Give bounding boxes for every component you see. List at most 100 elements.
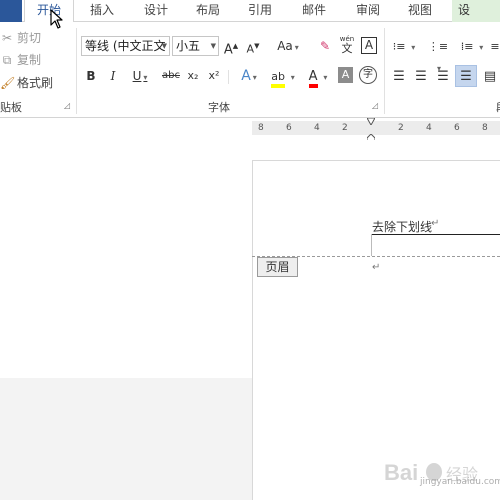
font-name-value: 等线 (中文正文: [85, 39, 166, 53]
tab-review[interactable]: 审阅: [346, 0, 390, 22]
subscript-button[interactable]: x₂: [185, 66, 201, 86]
copy-label: 复制: [17, 53, 42, 67]
text-effects-button[interactable]: A: [236, 66, 262, 86]
tab-mailings[interactable]: 邮件: [292, 0, 336, 22]
clear-formatting-button[interactable]: ✎: [316, 36, 334, 56]
tab-home[interactable]: 开始: [24, 0, 74, 23]
char-shading-button[interactable]: A: [338, 67, 353, 83]
chevron-down-icon: ▼: [210, 42, 216, 50]
highlight-button[interactable]: ab: [268, 66, 298, 88]
numbering-button[interactable]: ⋮≡: [424, 36, 452, 56]
tab-view[interactable]: 视图: [398, 0, 442, 22]
paragraph-group-label: 段: [496, 99, 500, 115]
group-divider: [76, 28, 77, 114]
highlighter-icon: ab: [271, 70, 285, 88]
tab-references[interactable]: 引用: [238, 0, 282, 22]
format-painter-button[interactable]: 🖌 格式刷: [0, 75, 53, 91]
ruler-tick: 8: [482, 123, 488, 133]
decrease-indent-button[interactable]: ≡: [490, 36, 500, 56]
bold-icon: B: [86, 69, 96, 83]
ribbon: ✂ 剪切 ⧉ 复制 🖌 格式刷 贴板 ◿ 等线 (中文正文 ▼ 小五 ▼ A▲ A▼ …: [0, 22, 500, 118]
document-margin-area: [0, 140, 252, 378]
justify-button[interactable]: ☰: [455, 65, 477, 87]
copy-icon: ⧉: [2, 53, 12, 67]
char-border-button[interactable]: A: [361, 37, 377, 54]
paragraph-mark-icon: ↵: [372, 262, 381, 273]
strikethrough-icon: abc: [162, 70, 180, 81]
align-center-icon: ☰: [415, 69, 427, 84]
tab-file[interactable]: [0, 0, 22, 22]
font-group-label: 字体: [208, 101, 230, 114]
grow-font-icon: A: [223, 42, 233, 58]
distributed-icon: ▤: [483, 69, 497, 84]
multilevel-list-button[interactable]: ⁞≡: [458, 36, 486, 56]
tab-insert[interactable]: 插入: [80, 0, 124, 22]
phonetic-guide-bottom: 文: [341, 42, 353, 55]
underline-icon: U: [132, 69, 142, 83]
ribbon-tab-bar: 开始 插入 设计 布局 引用 邮件 审阅 视图 设: [0, 0, 500, 23]
font-size-combo[interactable]: 小五 ▼: [172, 36, 219, 56]
eraser-icon: ✎: [319, 39, 331, 53]
multilevel-list-icon: ⁞≡: [460, 40, 474, 53]
font-size-value: 小五: [176, 39, 201, 53]
shrink-font-button[interactable]: A▼: [244, 36, 262, 56]
group-divider: [384, 28, 385, 114]
horizontal-ruler[interactable]: 8 6 4 2 2 4 6 8: [252, 121, 500, 135]
italic-button[interactable]: I: [105, 66, 121, 86]
ruler-tick: 4: [314, 123, 320, 133]
font-color-icon: A: [308, 70, 318, 88]
ruler-tick: 2: [342, 123, 348, 133]
underline-button[interactable]: U: [127, 66, 153, 86]
numbered-list-icon: ⋮≡: [427, 40, 449, 53]
header-text[interactable]: 去除下划线: [372, 218, 432, 235]
enclose-char-button[interactable]: 字: [359, 66, 377, 84]
ruler-tick: 2: [398, 123, 404, 133]
cut-label: 剪切: [17, 31, 42, 45]
divider: [228, 70, 229, 84]
bullets-button[interactable]: ⁝≡: [390, 36, 418, 56]
font-launcher-icon[interactable]: ◿: [372, 101, 381, 110]
header-underline: [371, 234, 500, 235]
bullet-list-icon: ⁝≡: [392, 40, 406, 53]
first-line-indent-marker[interactable]: [367, 118, 375, 125]
paragraph-mark-icon: ↵: [431, 218, 440, 229]
align-right-button[interactable]: ☰: [434, 66, 452, 86]
superscript-icon: x²: [208, 69, 220, 82]
shrink-font-icon: A: [246, 42, 255, 56]
document-background: [0, 378, 252, 500]
distributed-button[interactable]: ▤: [480, 66, 500, 86]
copy-button[interactable]: ⧉ 复制: [0, 52, 41, 68]
clipboard-launcher-icon[interactable]: ◿: [64, 101, 73, 110]
clipboard-group-label: 贴板: [0, 101, 22, 114]
font-name-combo[interactable]: 等线 (中文正文 ▼: [81, 36, 170, 56]
tab-settings[interactable]: 设: [452, 0, 500, 22]
italic-icon: I: [110, 69, 116, 83]
align-center-button[interactable]: ☰: [412, 66, 430, 86]
tab-layout[interactable]: 布局: [186, 0, 230, 22]
tab-design[interactable]: 设计: [134, 0, 178, 22]
align-left-button[interactable]: ☰: [390, 66, 408, 86]
cut-button[interactable]: ✂ 剪切: [0, 30, 41, 46]
char-shading-icon: A: [341, 68, 350, 81]
header-margin-guide: [371, 234, 372, 256]
superscript-button[interactable]: x²: [206, 66, 222, 86]
justify-icon: ☰: [460, 69, 472, 84]
change-case-icon: Aa: [277, 39, 293, 53]
align-left-icon: ☰: [393, 69, 405, 84]
align-right-icon: ☰: [437, 69, 449, 84]
svg-text:Bai: Bai: [384, 460, 418, 485]
ruler-tick: 6: [454, 123, 460, 133]
char-border-icon: A: [364, 38, 374, 52]
scissors-icon: ✂: [1, 31, 13, 45]
bold-button[interactable]: B: [83, 66, 99, 86]
strikethrough-button[interactable]: abc: [160, 66, 182, 86]
brush-icon: 🖌: [0, 76, 16, 90]
grow-font-button[interactable]: A▲: [222, 36, 240, 58]
baidu-watermark-logo: Bai 经验: [384, 460, 478, 485]
document-page[interactable]: [252, 160, 500, 500]
change-case-button[interactable]: Aa: [272, 36, 304, 56]
phonetic-guide-button[interactable]: wén 文: [338, 34, 356, 58]
chevron-down-icon: ▼: [161, 42, 167, 50]
format-painter-label: 格式刷: [17, 76, 54, 90]
font-color-button[interactable]: A: [304, 66, 332, 88]
